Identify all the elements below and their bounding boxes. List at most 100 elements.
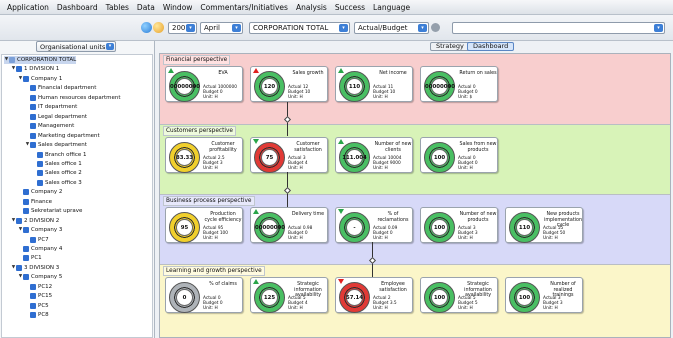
kpi-stat-line: Unit: H xyxy=(458,305,473,311)
folder-icon xyxy=(30,236,36,243)
tree-item[interactable]: Finance xyxy=(18,198,52,206)
menu-language[interactable]: Language xyxy=(369,3,414,12)
kpi-card[interactable]: 00000000 Return on sales Actual 0 Budget 0U… xyxy=(420,66,498,102)
kpi-stats: Actual 0 Budget 0 Unit: H xyxy=(203,296,242,312)
tree-item[interactable]: ▼ Company 1 xyxy=(18,75,62,83)
tree-item[interactable]: PC15 xyxy=(25,292,52,300)
tree-item[interactable]: Legal department xyxy=(25,113,87,121)
tree-item-label: Sales department xyxy=(38,142,87,149)
kpi-card[interactable]: 111.004 Number of new clients Actual 10004… xyxy=(335,137,413,173)
tab-dashboard[interactable]: Dashboard xyxy=(467,42,515,51)
kpi-card[interactable]: 57.14 Employee satisfaction Actual 2 Budget… xyxy=(335,277,413,313)
tree-item-label: Sales office 3 xyxy=(45,179,82,186)
gauge-icon: 00000000 xyxy=(169,71,200,102)
tree-item[interactable]: Sales office 3 xyxy=(32,179,82,187)
gauge-value: 57.14 xyxy=(345,295,364,301)
kpi-card[interactable]: - % of reclamations Actual 0.09 Budget 0 Uni… xyxy=(335,207,413,243)
tree-item-label: Human resources department xyxy=(38,94,121,101)
menu-window[interactable]: Window xyxy=(159,3,197,12)
tree-item[interactable]: Sales office 1 xyxy=(32,160,82,168)
tree-item[interactable]: PC1 xyxy=(18,254,42,262)
refresh-icon[interactable] xyxy=(141,22,152,33)
kpi-card[interactable]: 00000000 Delivery time Actual 0.98 Budget 0… xyxy=(250,207,328,243)
gauge-icon: 100 xyxy=(424,212,455,243)
tree-item-label: Sekretariat uprave xyxy=(31,208,83,215)
kpi-stats: Actual 5 Budget 4 Unit: H xyxy=(288,296,327,312)
folder-icon xyxy=(23,75,29,82)
menu-commentars-initiatives[interactable]: Commentars/Initiatives xyxy=(196,3,292,12)
menu-analysis[interactable]: Analysis xyxy=(292,3,331,12)
kpi-title: Net income xyxy=(379,71,407,76)
tree-item[interactable]: ▼ 3 DIVISION 3 xyxy=(11,264,59,272)
tab-strategy[interactable]: Strategy xyxy=(430,42,470,51)
organisation-select[interactable]: CORPORATION TOTAL ▾ xyxy=(249,22,350,34)
kpi-stats: Actual 2 Budget 3.5 Unit: H xyxy=(373,296,412,312)
gauge-value: 100 xyxy=(433,295,446,301)
tree-item[interactable]: ▼ Sales department xyxy=(25,141,87,149)
settings-icon[interactable] xyxy=(431,23,440,32)
tree-item-label: 1 DIVISION 1 xyxy=(24,66,60,73)
year-select[interactable]: 2007 ▾ xyxy=(168,22,197,34)
kpi-card[interactable]: 83.33 Customer profitability Actual 2.5 Bud… xyxy=(165,137,243,173)
tree-item-label: IT department xyxy=(38,104,78,111)
tree-item-label: PC15 xyxy=(38,293,53,300)
folder-icon xyxy=(23,246,29,252)
gauge-value: 111.004 xyxy=(342,155,367,161)
organisational-units-button[interactable]: Organisational units ▾ xyxy=(36,41,116,52)
tree-item-label: Branch office 1 xyxy=(45,151,87,158)
kpi-card[interactable]: 100 Sales from new products Actual 0 Budget… xyxy=(420,137,498,173)
tree-item[interactable]: Sales office 2 xyxy=(32,169,82,177)
kpi-card[interactable]: 95 Production cycle efficiency Actual 95 Bu… xyxy=(165,207,243,243)
print-icon[interactable] xyxy=(153,22,164,33)
kpi-card[interactable]: 100 Strategic information availability Act… xyxy=(420,277,498,313)
tree-item[interactable]: Management xyxy=(25,122,74,130)
kpi-card[interactable]: 125 Strategic information availability Act… xyxy=(250,277,328,313)
extra-select[interactable]: ▾ xyxy=(452,22,665,34)
tree-item-label: Financial department xyxy=(38,85,97,92)
kpi-card[interactable]: 0 % of claims Actual 0 Budget 0 Unit: H xyxy=(165,277,243,313)
menu-data[interactable]: Data xyxy=(133,3,159,12)
tree-item-label: Sales office 1 xyxy=(45,160,82,167)
month-select[interactable]: April ▾ xyxy=(200,22,243,34)
kpi-card[interactable]: 75 Customer satisfaction Actual 3 Budget 4U… xyxy=(250,137,328,173)
tree-item[interactable]: Financial department xyxy=(25,84,96,92)
gauge-icon: 120 xyxy=(254,71,285,102)
tree-item[interactable]: Company 2 xyxy=(18,188,62,196)
tree-item[interactable]: ▼ 2 DIVISION 2 xyxy=(11,217,59,225)
kpi-stats: Actual 3 Budget 3 Unit: H xyxy=(543,296,582,312)
tree-item[interactable]: PC8 xyxy=(25,311,49,319)
tree-item[interactable]: Human resources department xyxy=(25,94,121,102)
tree-item[interactable]: ▼ Company 3 xyxy=(18,226,62,234)
tree-item-label: PC8 xyxy=(38,312,49,319)
scorecard-board: Financial perspective 00000000 EVA Actual 1… xyxy=(159,53,671,338)
menu-dashboard[interactable]: Dashboard xyxy=(53,3,102,12)
kpi-stat-line: Unit: H xyxy=(373,94,388,100)
tree-item[interactable]: PC12 xyxy=(25,283,52,291)
kpi-card[interactable]: 110 Net income Actual 11 Budget 10 Unit: H xyxy=(335,66,413,102)
gauge-icon: 57.14 xyxy=(339,282,370,313)
gauge-value: 00000000 xyxy=(170,84,201,90)
tree-item[interactable]: IT department xyxy=(25,103,77,111)
kpi-card[interactable]: 00000000 EVA Actual 1000000 Budget 0 Unit: H xyxy=(165,66,243,102)
tree-item[interactable]: Marketing department xyxy=(25,132,100,140)
menu-application[interactable]: Application xyxy=(3,3,53,12)
tree-item[interactable]: Sekretariat uprave xyxy=(18,207,82,215)
kpi-card[interactable]: 100 Number of realized trainings Actual 3B… xyxy=(505,277,583,313)
view-select[interactable]: Actual/Budget ▾ xyxy=(354,22,429,34)
menu-tables[interactable]: Tables xyxy=(102,3,133,12)
tree-item[interactable]: ▼ CORPORATION TOTAL xyxy=(4,56,77,64)
kpi-card[interactable]: 110 New products implementation cycle Actu… xyxy=(505,207,583,243)
menu-success[interactable]: Success xyxy=(331,3,369,12)
tree-item[interactable]: PC7 xyxy=(25,236,49,244)
kpi-stat-line: Unit: H xyxy=(373,165,388,171)
kpi-card[interactable]: 120 Sales growth Actual 12 Budget 10 Unit: H xyxy=(250,66,328,102)
tree-item-label: Finance xyxy=(31,198,53,205)
tree-item[interactable]: PC5 xyxy=(25,302,49,310)
tree-item-label: CORPORATION TOTAL xyxy=(17,57,77,63)
tree-item[interactable]: ▼ Company 5 xyxy=(18,273,62,281)
perspective-band: Business process perspective 95 Production… xyxy=(160,195,670,265)
tree-item[interactable]: Branch office 1 xyxy=(32,151,87,159)
tree-item[interactable]: Company 4 xyxy=(18,245,62,253)
tree-item[interactable]: ▼ 1 DIVISION 1 xyxy=(11,65,59,73)
kpi-card[interactable]: 100 Number of new products Actual 3 Budget … xyxy=(420,207,498,243)
